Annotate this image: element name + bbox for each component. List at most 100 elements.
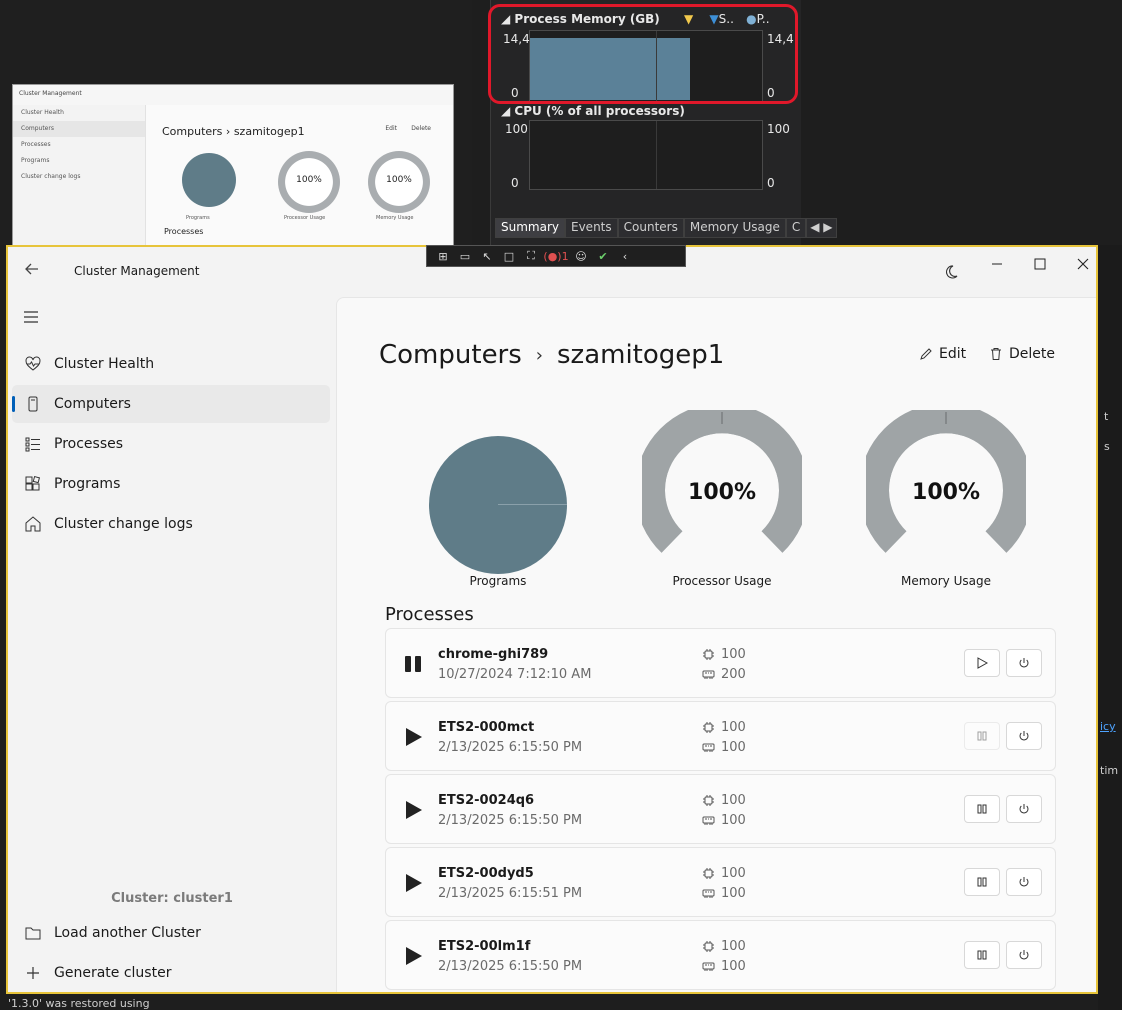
thumbnail-caption: Memory Usage	[376, 215, 414, 221]
breadcrumb-item: szamitogep1	[557, 340, 725, 370]
programs-pie-chart	[429, 436, 567, 574]
layout-icon[interactable]: □	[501, 249, 517, 263]
nav-label: Cluster Health	[54, 356, 155, 372]
processor-usage-caption: Processor Usage	[672, 574, 772, 588]
play-state-icon	[406, 874, 422, 892]
stop-button[interactable]	[1006, 795, 1042, 823]
process-row: ETS2-00dyd5 2/13/2025 6:15:51 PM 100 100	[385, 847, 1056, 917]
thumbnail-gauge: 100%	[368, 151, 430, 213]
thumbnail-edit: Edit	[385, 125, 397, 132]
heart-pulse-icon	[25, 356, 41, 371]
stop-button[interactable]	[1006, 868, 1042, 896]
list-icon	[25, 437, 40, 452]
edit-button[interactable]: Edit	[919, 346, 966, 362]
thumbnail-pie	[182, 153, 236, 207]
process-memory: 100	[702, 813, 746, 828]
process-date: 2/13/2025 6:15:51 PM	[438, 886, 583, 901]
cluster-name-label: Cluster: cluster1	[111, 891, 233, 906]
thumbnail-processes: Processes	[164, 227, 204, 236]
tab-events[interactable]: Events	[565, 218, 618, 238]
process-cpu: 100	[702, 720, 746, 735]
stop-button[interactable]	[1006, 941, 1042, 969]
process-cpu-value: 100	[721, 647, 746, 662]
thumbnail-heading-section: Computers	[162, 125, 223, 138]
checkmark-icon[interactable]: ✔	[595, 249, 611, 263]
maximize-button[interactable]	[1025, 253, 1055, 275]
minimize-icon	[992, 263, 1002, 265]
process-memory: 100	[702, 886, 746, 901]
nav-item-processes[interactable]: Processes	[12, 425, 330, 463]
nav-label: Programs	[54, 476, 121, 492]
nav-item-programs[interactable]: Programs	[12, 465, 330, 503]
cpu-axis-max-left: 100	[505, 122, 528, 136]
suspend-button[interactable]	[964, 722, 1000, 750]
back-arrow-icon	[25, 263, 38, 275]
delete-button[interactable]: Delete	[989, 346, 1055, 362]
pause-icon	[977, 804, 987, 814]
thumbnail-gauge: 100%	[278, 151, 340, 213]
power-icon	[1019, 950, 1029, 960]
focus-icon[interactable]: ⛶	[523, 249, 539, 263]
diagnostic-tabs: Summary Events Counters Memory Usage C ◀…	[495, 218, 837, 238]
thumbnail-nav-item: Cluster change logs	[21, 173, 81, 180]
back-button[interactable]	[22, 259, 42, 279]
cpu-chip-icon	[703, 649, 714, 660]
suspend-button[interactable]	[964, 941, 1000, 969]
tab-memory-usage[interactable]: Memory Usage	[683, 218, 786, 238]
cpu-axis-min-right: 0	[767, 176, 775, 190]
stop-button[interactable]	[1006, 722, 1042, 750]
suspend-button[interactable]	[964, 795, 1000, 823]
process-cpu: 100	[702, 647, 746, 662]
tab-more[interactable]: C	[785, 218, 807, 238]
process-date: 2/13/2025 6:15:50 PM	[438, 740, 583, 755]
breadcrumb-section[interactable]: Computers	[379, 340, 522, 370]
select-element-icon[interactable]: ⊞	[435, 249, 451, 263]
menu-toggle-button[interactable]	[22, 309, 40, 323]
nav-label: Computers	[54, 396, 131, 412]
play-icon	[977, 657, 988, 669]
suspend-button[interactable]	[964, 868, 1000, 896]
nav-item-cluster-health[interactable]: Cluster Health	[12, 345, 330, 383]
binding-errors-icon[interactable]: (●)1	[543, 249, 568, 263]
close-button[interactable]	[1068, 253, 1096, 275]
process-cpu-value: 100	[721, 866, 746, 881]
nav-label: Load another Cluster	[54, 925, 201, 941]
thumbnail-gauge-value: 100%	[386, 175, 412, 185]
process-cpu-value: 100	[721, 793, 746, 808]
collapse-toolbar-icon[interactable]: ‹	[617, 249, 633, 263]
processor-usage-value: 100%	[688, 480, 756, 505]
process-cpu: 100	[702, 793, 746, 808]
process-row: chrome-ghi789 10/27/2024 7:12:10 AM 100 200	[385, 628, 1056, 698]
app-window: Cluster Management Cluster Health Comput…	[6, 245, 1098, 994]
theme-toggle-button[interactable]	[942, 263, 960, 281]
thumbnail-gauge-value: 100%	[296, 175, 322, 185]
memory-stick-icon	[702, 962, 715, 971]
process-date: 2/13/2025 6:15:50 PM	[438, 813, 583, 828]
video-icon[interactable]: ▭	[457, 249, 473, 263]
nav-item-cluster-change-logs[interactable]: Cluster change logs	[12, 505, 330, 543]
accessibility-icon[interactable]: ☺	[573, 249, 589, 263]
annotation-highlight	[488, 4, 798, 104]
tab-summary[interactable]: Summary	[495, 218, 565, 238]
nav-item-computers[interactable]: Computers	[12, 385, 330, 423]
home-icon	[25, 516, 41, 532]
process-row: ETS2-000mct 2/13/2025 6:15:50 PM 100 100	[385, 701, 1056, 771]
nav-item-generate-cluster[interactable]: Generate cluster	[12, 954, 330, 992]
pause-state-icon	[405, 656, 421, 672]
tab-scroll-arrows-icon[interactable]: ◀ ▶	[806, 218, 837, 238]
memory-stick-icon	[702, 816, 715, 825]
bg-text-fragment: icy	[1100, 720, 1116, 733]
stop-button[interactable]	[1006, 649, 1042, 677]
apps-icon	[25, 475, 41, 491]
hamburger-icon	[24, 311, 38, 323]
tab-counters[interactable]: Counters	[617, 218, 684, 238]
nav-item-load-another-cluster[interactable]: Load another Cluster	[12, 914, 330, 952]
thumbnail-caption: Processor Usage	[284, 215, 326, 221]
minimize-button[interactable]	[982, 253, 1012, 275]
resume-button[interactable]	[964, 649, 1000, 677]
play-state-icon	[406, 728, 422, 746]
content-frame: Computers › szamitogep1 Edit Delete Prog…	[336, 297, 1096, 992]
chevron-right-icon: ›	[535, 344, 543, 366]
pointer-icon[interactable]: ↖	[479, 249, 495, 263]
power-icon	[1019, 877, 1029, 887]
